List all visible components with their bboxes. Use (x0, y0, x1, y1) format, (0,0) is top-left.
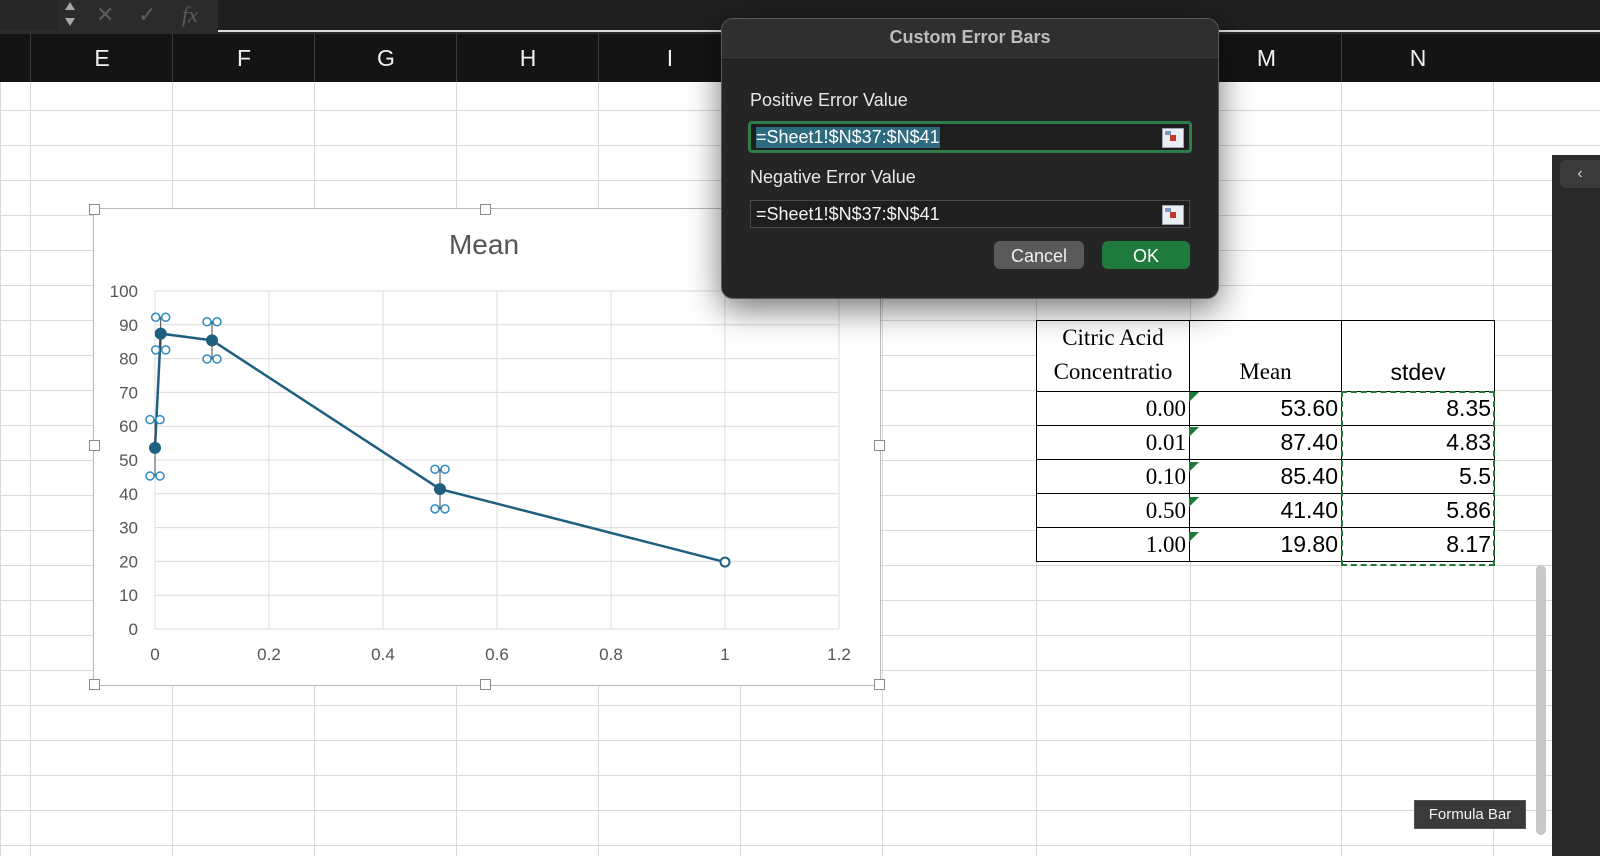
cell-conc[interactable]: 0.01 (1036, 425, 1190, 460)
column-header-i[interactable]: I (598, 34, 741, 82)
header-concentration[interactable]: Citric Acid Concentratio (1036, 320, 1190, 392)
header-concentration-line1: Citric Acid (1062, 325, 1164, 350)
cell-conc[interactable]: 0.50 (1036, 493, 1190, 528)
table-header-row: Citric Acid Concentratio Mean stdev (1036, 320, 1495, 392)
cancel-button[interactable]: Cancel (994, 241, 1084, 269)
resize-handle-tl[interactable] (89, 204, 100, 215)
column-header-g[interactable]: G (314, 34, 457, 82)
grid-row-line (0, 845, 1600, 846)
error-indicator-triangle[interactable] (1189, 427, 1199, 437)
range-picker-icon[interactable] (1162, 128, 1184, 148)
positive-error-input[interactable] (751, 124, 1161, 150)
resize-handle-top[interactable] (480, 204, 491, 215)
table-row: 0.50 41.40 5.86 (1036, 493, 1495, 528)
ok-button[interactable]: OK (1102, 241, 1190, 269)
positive-error-field[interactable] (748, 121, 1192, 153)
header-mean[interactable]: Mean (1189, 320, 1342, 392)
header-concentration-line2: Concentratio (1053, 359, 1173, 384)
dialog-title: Custom Error Bars (722, 19, 1218, 60)
side-panel-strip (1552, 155, 1600, 856)
stepper-arrows-icon[interactable] (60, 0, 80, 30)
negative-error-field[interactable] (750, 200, 1190, 228)
cell-conc[interactable]: 0.10 (1036, 459, 1190, 494)
column-header-h[interactable]: H (456, 34, 599, 82)
resize-handle-right[interactable] (874, 440, 885, 451)
cell-mean[interactable]: 53.60 (1189, 391, 1342, 426)
cell-stdev[interactable]: 5.5 (1341, 459, 1495, 494)
cell-mean[interactable]: 87.40 (1189, 425, 1342, 460)
range-picker-icon[interactable] (1162, 205, 1184, 225)
vertical-scrollbar-thumb[interactable] (1536, 565, 1546, 835)
cell-stdev[interactable]: 5.86 (1341, 493, 1495, 528)
error-indicator-triangle[interactable] (1189, 462, 1199, 472)
resize-handle-br[interactable] (874, 679, 885, 690)
resize-handle-bl[interactable] (89, 679, 100, 690)
confirm-entry-icon[interactable]: ✓ (138, 2, 156, 28)
column-header-f[interactable]: F (172, 34, 315, 82)
cell-mean[interactable]: 19.80 (1189, 527, 1342, 562)
table-row: 1.00 19.80 8.17 (1036, 527, 1495, 562)
header-stdev[interactable]: stdev (1341, 320, 1495, 392)
formula-bar-tooltip: Formula Bar (1414, 800, 1526, 829)
table-row: 0.00 53.60 8.35 (1036, 391, 1495, 426)
cell-stdev[interactable]: 4.83 (1341, 425, 1495, 460)
cell-conc[interactable]: 0.00 (1036, 391, 1190, 426)
grid-row-line (0, 810, 1600, 811)
stepper-icon (64, 10, 76, 16)
cancel-entry-icon[interactable]: ✕ (96, 2, 114, 28)
column-header-e[interactable]: E (30, 34, 173, 82)
negative-error-input[interactable] (751, 201, 1161, 227)
cell-mean[interactable]: 41.40 (1189, 493, 1342, 528)
name-box-stepper[interactable] (0, 0, 76, 30)
table-row: 0.01 87.40 4.83 (1036, 425, 1495, 460)
table-row: 0.10 85.40 5.5 (1036, 459, 1495, 494)
resize-handle-bottom[interactable] (480, 679, 491, 690)
positive-error-label: Positive Error Value (750, 90, 908, 110)
error-indicator-triangle[interactable] (1189, 392, 1199, 402)
error-indicator-triangle[interactable] (1189, 497, 1199, 507)
negative-error-label: Negative Error Value (750, 167, 916, 187)
cell-mean[interactable]: 85.40 (1189, 459, 1342, 494)
grid-row-line (0, 775, 1600, 776)
cell-stdev[interactable]: 8.35 (1341, 391, 1495, 426)
resize-handle-left[interactable] (89, 440, 100, 451)
chevron-left-icon[interactable]: ‹ (1560, 160, 1600, 188)
grid-row-line (0, 705, 1600, 706)
grid-row-line (0, 740, 1600, 741)
custom-error-bars-dialog: Custom Error Bars Positive Error Value N… (721, 18, 1219, 299)
insert-function-icon[interactable]: fx (182, 2, 198, 28)
column-header-n[interactable]: N (1341, 34, 1494, 82)
cell-conc[interactable]: 1.00 (1036, 527, 1190, 562)
cell-stdev[interactable]: 8.17 (1341, 527, 1495, 562)
data-table: Citric Acid Concentratio Mean stdev 0.00… (1036, 320, 1495, 562)
error-indicator-triangle[interactable] (1189, 532, 1199, 542)
